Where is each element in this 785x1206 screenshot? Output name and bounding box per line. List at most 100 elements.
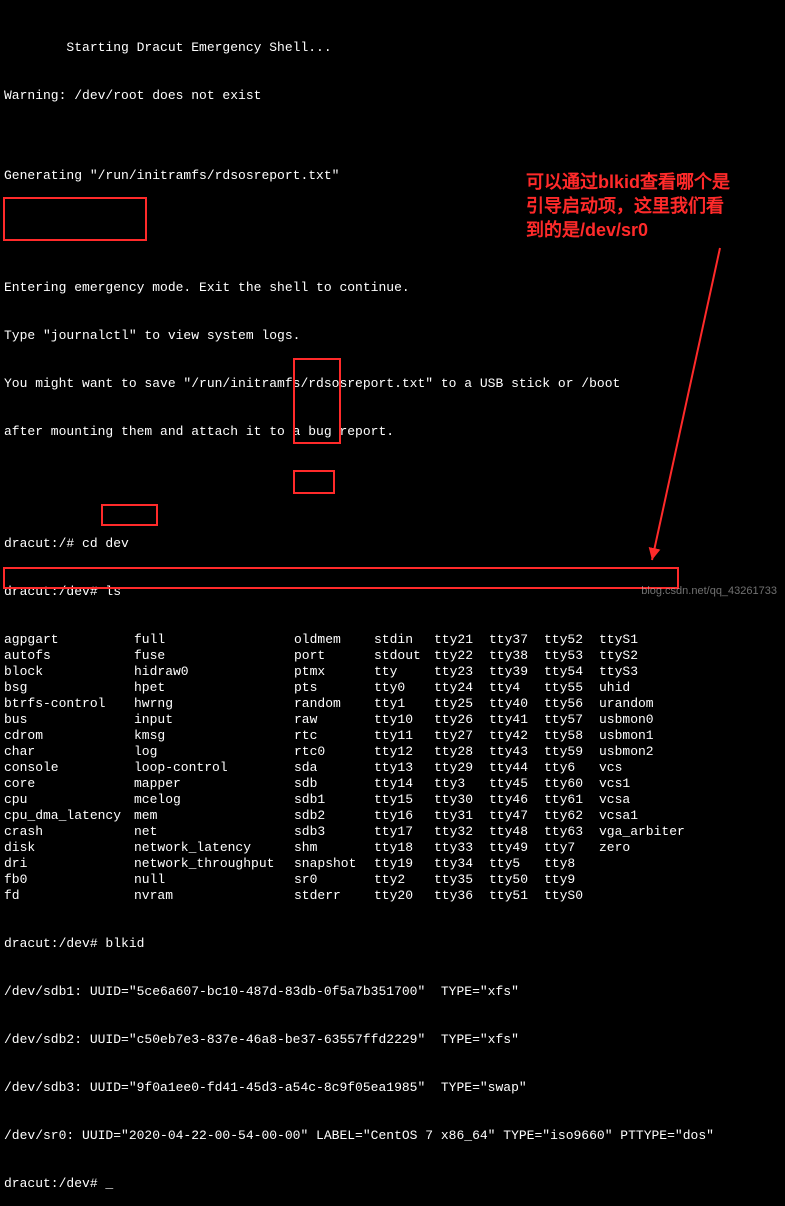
ls-cell: ttyS1 xyxy=(599,632,689,648)
ls-cell: tty20 xyxy=(374,888,434,904)
ls-cell: usbmon0 xyxy=(599,712,689,728)
ls-output: agpgartfulloldmemstdintty21tty37tty52tty… xyxy=(4,632,781,904)
ls-cell: net xyxy=(134,824,294,840)
ls-cell: hidraw0 xyxy=(134,664,294,680)
ls-row: crashnetsdb3tty17tty32tty48tty63vga_arbi… xyxy=(4,824,781,840)
ls-cell: tty31 xyxy=(434,808,489,824)
ls-cell: tty30 xyxy=(434,792,489,808)
ls-cell: core xyxy=(4,776,134,792)
ls-cell: tty17 xyxy=(374,824,434,840)
ls-cell: raw xyxy=(294,712,374,728)
ls-cell: sdb3 xyxy=(294,824,374,840)
ls-cell: cpu_dma_latency xyxy=(4,808,134,824)
ls-cell: tty34 xyxy=(434,856,489,872)
ls-row: agpgartfulloldmemstdintty21tty37tty52tty… xyxy=(4,632,781,648)
ls-cell: null xyxy=(134,872,294,888)
ls-cell: tty49 xyxy=(489,840,544,856)
ls-cell: tty40 xyxy=(489,696,544,712)
ls-row: fb0nullsr0tty2tty35tty50tty9 xyxy=(4,872,781,888)
ls-cell: tty23 xyxy=(434,664,489,680)
ls-cell: vcs1 xyxy=(599,776,689,792)
ls-row: cpu_dma_latencymemsdb2tty16tty31tty47tty… xyxy=(4,808,781,824)
ls-cell: tty xyxy=(374,664,434,680)
ls-cell: tty63 xyxy=(544,824,599,840)
ls-cell: mcelog xyxy=(134,792,294,808)
ls-cell: tty33 xyxy=(434,840,489,856)
ls-cell: oldmem xyxy=(294,632,374,648)
boot-line: You might want to save "/run/initramfs/r… xyxy=(4,376,781,392)
ls-cell: block xyxy=(4,664,134,680)
ls-cell: port xyxy=(294,648,374,664)
ls-cell: fb0 xyxy=(4,872,134,888)
ls-cell: urandom xyxy=(599,696,689,712)
ls-cell: tty59 xyxy=(544,744,599,760)
ls-cell: cpu xyxy=(4,792,134,808)
ls-cell: tty37 xyxy=(489,632,544,648)
boot-line: Type "journalctl" to view system logs. xyxy=(4,328,781,344)
ls-cell: char xyxy=(4,744,134,760)
ls-cell: tty61 xyxy=(544,792,599,808)
ls-cell: usbmon1 xyxy=(599,728,689,744)
blkid-line: /dev/sdb1: UUID="5ce6a607-bc10-487d-83db… xyxy=(4,984,781,1000)
ls-cell: tty55 xyxy=(544,680,599,696)
shell-prompt-cursor[interactable]: dracut:/dev# _ xyxy=(4,1176,781,1192)
ls-cell: snapshot xyxy=(294,856,374,872)
ls-cell: tty18 xyxy=(374,840,434,856)
ls-cell: tty57 xyxy=(544,712,599,728)
ls-cell: vcsa xyxy=(599,792,689,808)
ls-row: autofsfuseportstdouttty22tty38tty53ttyS2 xyxy=(4,648,781,664)
ls-cell: tty36 xyxy=(434,888,489,904)
ls-cell: log xyxy=(134,744,294,760)
ls-cell: tty29 xyxy=(434,760,489,776)
ls-cell: tty53 xyxy=(544,648,599,664)
ls-cell: tty14 xyxy=(374,776,434,792)
ls-cell: tty47 xyxy=(489,808,544,824)
ls-cell: shm xyxy=(294,840,374,856)
ls-row: bsghpetptstty0tty24tty4tty55uhid xyxy=(4,680,781,696)
ls-cell: tty22 xyxy=(434,648,489,664)
watermark: blog.csdn.net/qq_43261733 xyxy=(641,583,777,599)
ls-cell: tty24 xyxy=(434,680,489,696)
ls-cell: rtc xyxy=(294,728,374,744)
boot-line: Starting Dracut Emergency Shell... xyxy=(4,40,781,56)
ls-cell: uhid xyxy=(599,680,689,696)
ls-cell: tty1 xyxy=(374,696,434,712)
ls-cell: stderr xyxy=(294,888,374,904)
ls-cell: tty39 xyxy=(489,664,544,680)
ls-row: drinetwork_throughputsnapshottty19tty34t… xyxy=(4,856,781,872)
ls-cell: tty2 xyxy=(374,872,434,888)
ls-cell: fd xyxy=(4,888,134,904)
ls-cell: crash xyxy=(4,824,134,840)
boot-line: Warning: /dev/root does not exist xyxy=(4,88,781,104)
ls-cell: tty26 xyxy=(434,712,489,728)
ls-cell: bus xyxy=(4,712,134,728)
ls-cell: tty43 xyxy=(489,744,544,760)
ls-cell: tty46 xyxy=(489,792,544,808)
ls-cell: stdout xyxy=(374,648,434,664)
ls-cell: autofs xyxy=(4,648,134,664)
blkid-line: /dev/sdb2: UUID="c50eb7e3-837e-46a8-be37… xyxy=(4,1032,781,1048)
ls-cell: tty45 xyxy=(489,776,544,792)
ls-cell: tty38 xyxy=(489,648,544,664)
ls-cell: tty62 xyxy=(544,808,599,824)
ls-cell: tty27 xyxy=(434,728,489,744)
ls-cell: tty44 xyxy=(489,760,544,776)
ls-cell: tty28 xyxy=(434,744,489,760)
ls-cell: tty51 xyxy=(489,888,544,904)
ls-cell: sr0 xyxy=(294,872,374,888)
boot-line: Entering emergency mode. Exit the shell … xyxy=(4,280,781,296)
blkid-line: /dev/sdb3: UUID="9f0a1ee0-fd41-45d3-a54c… xyxy=(4,1080,781,1096)
ls-cell: console xyxy=(4,760,134,776)
ls-cell: bsg xyxy=(4,680,134,696)
ls-cell: sdb1 xyxy=(294,792,374,808)
ls-cell: tty13 xyxy=(374,760,434,776)
ls-cell: tty25 xyxy=(434,696,489,712)
ls-cell: tty16 xyxy=(374,808,434,824)
ls-cell: input xyxy=(134,712,294,728)
ls-cell: tty11 xyxy=(374,728,434,744)
ls-cell: tty35 xyxy=(434,872,489,888)
annotation-text: 可以通过blkid查看哪个是 引导启动项，这里我们看 到的是/dev/sr0 xyxy=(526,170,781,242)
ls-cell: tty15 xyxy=(374,792,434,808)
ls-cell: loop-control xyxy=(134,760,294,776)
ls-cell: random xyxy=(294,696,374,712)
